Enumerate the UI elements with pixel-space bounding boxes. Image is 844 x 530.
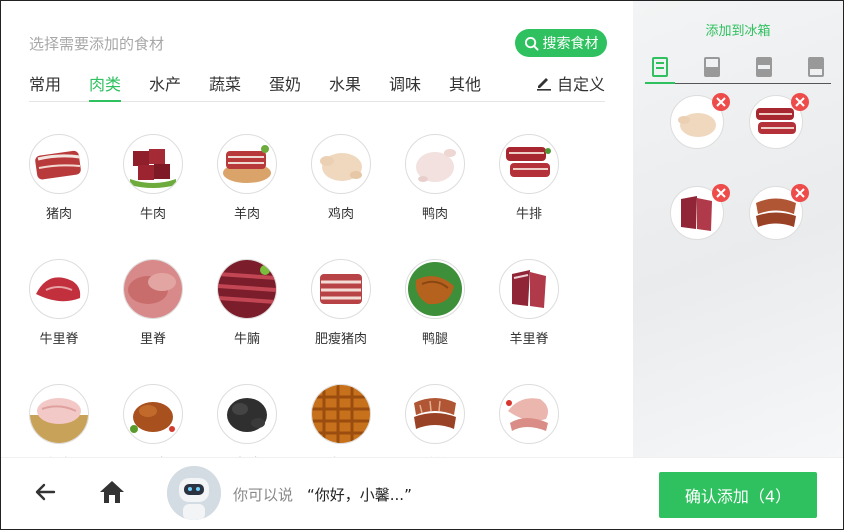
shelf-tabs xyxy=(645,53,831,84)
food-label: 牛里脊 xyxy=(39,332,79,347)
tab-vegetables[interactable]: 蔬菜 xyxy=(209,71,241,101)
confirm-add-button[interactable]: 确认添加（4） xyxy=(659,472,817,518)
shelf-middle-tab[interactable] xyxy=(749,57,779,81)
food-label: 鸡肉 xyxy=(327,207,354,222)
lamb-image xyxy=(217,134,277,194)
food-item[interactable]: 牛排 xyxy=(489,134,569,222)
remove-button[interactable] xyxy=(712,184,730,202)
search-button-label: 搜索食材 xyxy=(542,36,599,52)
tab-meat[interactable]: 肉类 xyxy=(89,71,122,102)
remove-button[interactable] xyxy=(791,93,809,111)
food-label: 里脊 xyxy=(139,332,166,347)
close-icon xyxy=(716,97,726,107)
food-label: 鸭肉 xyxy=(421,207,448,222)
search-icon xyxy=(524,36,539,51)
food-label: 羊里脊 xyxy=(509,332,549,347)
lamb-tenderloin-image xyxy=(499,259,559,319)
tab-seafood[interactable]: 水产 xyxy=(149,71,181,101)
shelf-upper-icon xyxy=(704,57,720,77)
duck-feet-image xyxy=(405,384,465,444)
steak-image xyxy=(499,134,559,194)
food-item[interactable]: 羊里脊 xyxy=(489,259,569,347)
voice-hint: 你可以说 xyxy=(233,486,294,504)
beef-brisket-image xyxy=(217,259,277,319)
category-tabs: 常用 肉类 水产 蔬菜 蛋奶 水果 调味 其他 自定义 xyxy=(29,71,605,102)
turkey-image xyxy=(123,384,183,444)
tab-fruit[interactable]: 水果 xyxy=(329,71,361,101)
fridge-title: 添加到冰箱 xyxy=(705,24,771,39)
tab-common[interactable]: 常用 xyxy=(29,71,61,101)
tab-seasoning[interactable]: 调味 xyxy=(389,71,421,101)
tab-other[interactable]: 其他 xyxy=(449,71,481,101)
search-hint: 选择需要添加的食材 xyxy=(29,35,165,53)
search-button[interactable]: 搜索食材 xyxy=(515,29,607,57)
food-label: 牛肉 xyxy=(139,207,166,222)
home-icon[interactable] xyxy=(98,478,126,506)
food-label: 猪肉 xyxy=(45,207,72,222)
food-item[interactable]: 鸡肉 xyxy=(301,134,381,222)
close-icon xyxy=(795,188,805,198)
duck-image xyxy=(405,134,465,194)
food-label: 肥瘦猪肉 xyxy=(314,332,367,347)
food-label: 牛腩 xyxy=(233,332,260,347)
chicken-image xyxy=(311,134,371,194)
pencil-icon xyxy=(536,78,551,91)
beef-tenderloin-image xyxy=(29,259,89,319)
added-item[interactable] xyxy=(749,184,809,240)
rabbit-image xyxy=(29,384,89,444)
pork-image xyxy=(29,134,89,194)
custom-button[interactable]: 自定义 xyxy=(535,71,605,95)
food-label: 羊肉 xyxy=(233,207,260,222)
food-item[interactable]: 羊肉 xyxy=(207,134,287,222)
shelf-middle-icon xyxy=(756,57,772,77)
close-icon xyxy=(795,97,805,107)
beef-image xyxy=(123,134,183,194)
tripe-image xyxy=(311,384,371,444)
food-label: 牛排 xyxy=(515,207,542,222)
shelf-upper-tab[interactable] xyxy=(697,57,727,81)
added-item[interactable] xyxy=(670,184,730,240)
ingredient-panel: 选择需要添加的食材 搜索食材 常用 肉类 水产 蔬菜 蛋奶 水果 调味 其他 自… xyxy=(1,1,633,472)
shelf-bottom-icon xyxy=(808,57,824,77)
shelf-bottom-tab[interactable] xyxy=(801,57,831,81)
app-frame: 选择需要添加的食材 搜索食材 常用 肉类 水产 蔬菜 蛋奶 水果 调味 其他 自… xyxy=(0,0,844,530)
tenderloin-image xyxy=(123,259,183,319)
added-item[interactable] xyxy=(749,93,809,149)
tab-eggs-dairy[interactable]: 蛋奶 xyxy=(269,71,301,101)
remove-button[interactable] xyxy=(712,93,730,111)
food-item[interactable]: 猪肉 xyxy=(19,134,99,222)
food-item[interactable]: 鸭肉 xyxy=(395,134,475,222)
close-icon xyxy=(716,188,726,198)
remove-button[interactable] xyxy=(791,184,809,202)
voice-example: “你好，小馨...” xyxy=(307,486,412,504)
shelf-top-icon xyxy=(652,57,668,77)
shelf-top-tab[interactable] xyxy=(645,57,675,84)
food-item[interactable]: 牛肉 xyxy=(113,134,193,222)
custom-label: 自定义 xyxy=(556,75,605,94)
assistant-avatar[interactable] xyxy=(167,466,221,520)
pork-belly-image xyxy=(311,259,371,319)
silkie-chicken-image xyxy=(217,384,277,444)
back-arrow-icon[interactable] xyxy=(33,480,57,504)
duck-leg-image xyxy=(405,259,465,319)
food-item[interactable]: 鸭腿 xyxy=(395,259,475,347)
food-item[interactable]: 牛里脊 xyxy=(19,259,99,347)
food-item[interactable]: 牛腩 xyxy=(207,259,287,347)
fridge-panel: 添加到冰箱 xyxy=(633,1,843,457)
food-item[interactable]: 里脊 xyxy=(113,259,193,347)
bottom-bar: 你可以说 “你好，小馨...” 确认添加（4） xyxy=(1,457,843,529)
pig-ear-image xyxy=(499,384,559,444)
food-item[interactable]: 肥瘦猪肉 xyxy=(301,259,381,347)
added-item[interactable] xyxy=(670,93,730,149)
food-label: 鸭腿 xyxy=(421,332,448,347)
